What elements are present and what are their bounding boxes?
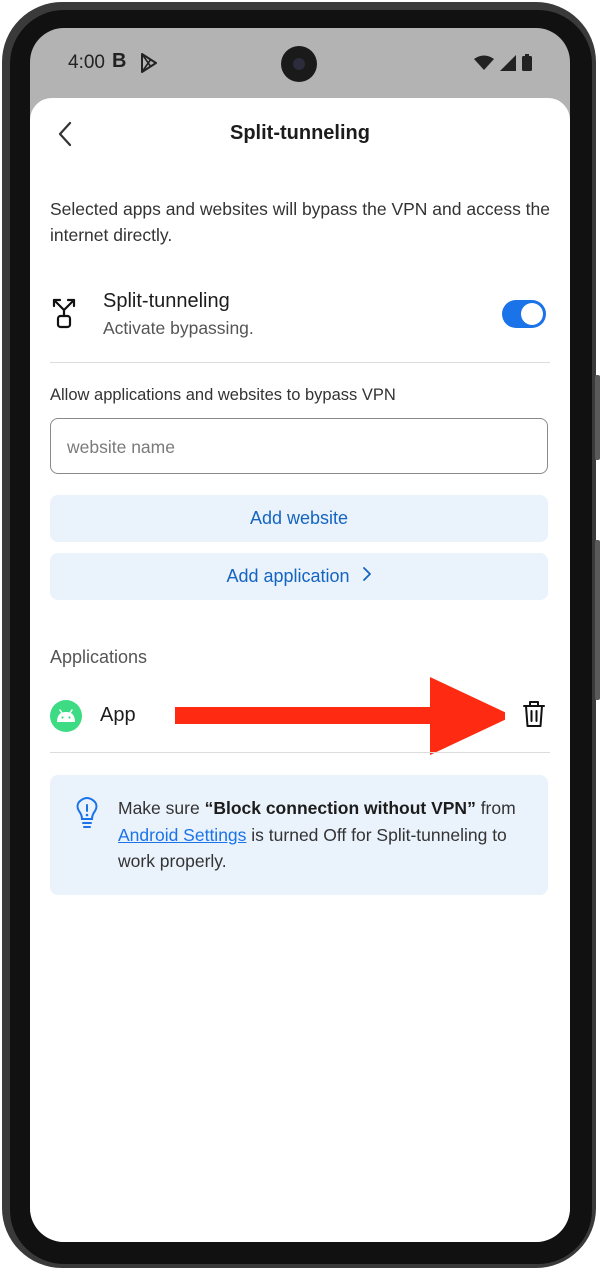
add-website-button[interactable]: Add website — [50, 495, 548, 542]
front-camera — [281, 46, 317, 82]
android-settings-link[interactable]: Android Settings — [118, 825, 246, 845]
battery-icon — [522, 54, 532, 76]
trash-icon — [523, 701, 545, 727]
split-tunneling-title: Split-tunneling — [103, 290, 230, 312]
screen: 4:00 B Split-tunneling Selected apps and… — [30, 28, 570, 1242]
phone-frame: 4:00 B Split-tunneling Selected apps and… — [0, 0, 600, 1271]
add-website-label: Add website — [249, 508, 349, 528]
description-text: Selected apps and websites will bypass t… — [50, 199, 551, 245]
page-title: Split-tunneling — [230, 122, 370, 144]
split-tunneling-row: Split-tunneling Activate bypassing. — [50, 286, 550, 350]
volume-button — [595, 540, 600, 700]
notification-b-icon: B — [112, 50, 127, 72]
info-text: Make sure “Block connection without VPN”… — [118, 798, 516, 871]
info-box: Make sure “Block connection without VPN”… — [50, 775, 548, 895]
allow-bypass-label: Allow applications and websites to bypas… — [50, 386, 396, 404]
status-bar: 4:00 B — [30, 28, 570, 98]
app-name: App — [100, 704, 136, 726]
split-arrows-icon — [50, 296, 78, 335]
power-button — [595, 375, 600, 460]
chevron-right-icon — [362, 566, 372, 587]
play-store-icon — [140, 53, 158, 78]
split-tunneling-sheet: Split-tunneling Selected apps and websit… — [30, 98, 570, 1242]
website-name-input[interactable] — [65, 419, 529, 475]
divider — [50, 362, 550, 363]
wifi-icon — [474, 55, 494, 76]
divider — [50, 752, 550, 753]
split-tunneling-subtitle: Activate bypassing. — [103, 318, 254, 338]
add-application-label: Add application — [226, 566, 350, 586]
setting-name: “Block connection without VPN” — [204, 798, 476, 818]
delete-app-button[interactable] — [522, 700, 546, 733]
website-input-box[interactable] — [50, 418, 548, 475]
toggle-knob — [521, 303, 543, 325]
applications-section-label: Applications — [50, 647, 148, 667]
status-time: 4:00 — [68, 52, 105, 73]
android-icon — [50, 700, 82, 732]
add-application-button[interactable]: Add application — [50, 553, 548, 600]
split-tunneling-toggle[interactable] — [502, 300, 546, 328]
signal-icon — [500, 54, 516, 76]
annotation-arrow — [175, 677, 505, 755]
lightbulb-icon — [74, 796, 100, 834]
header: Split-tunneling — [30, 98, 570, 168]
